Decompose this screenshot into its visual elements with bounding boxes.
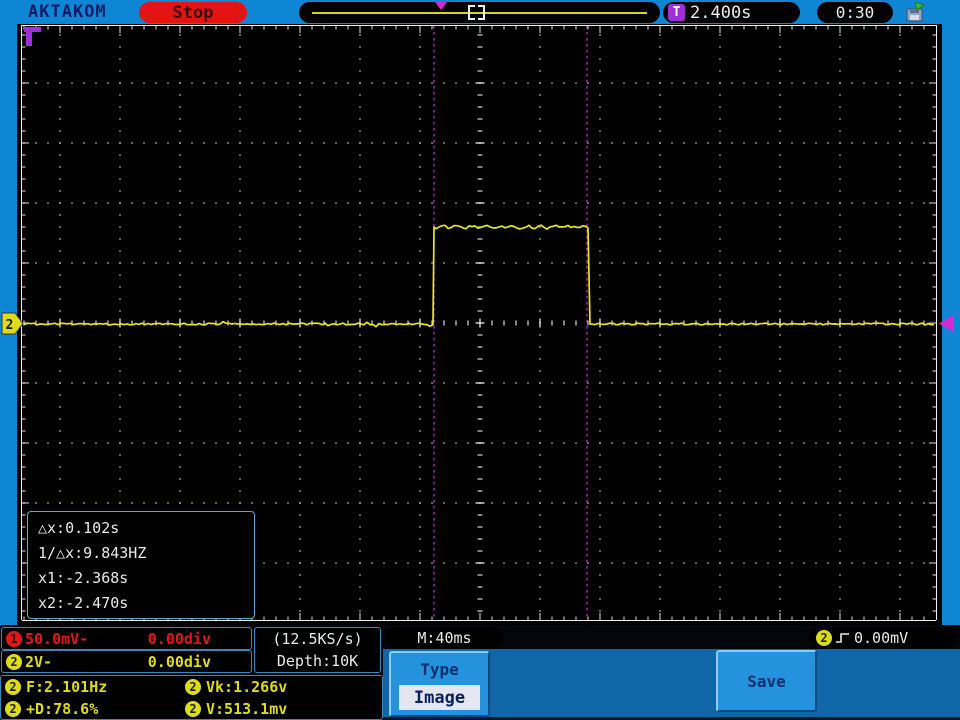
svg-text:2: 2: [6, 318, 14, 333]
softkey-menu-panel: Type Image Save: [383, 649, 960, 720]
save-button[interactable]: Save: [716, 650, 817, 712]
measurement-voltage: 2 V:513.1mv: [185, 698, 382, 720]
type-button[interactable]: Type Image: [389, 651, 490, 717]
rising-edge-icon: [836, 632, 849, 643]
measurement-ch-badge: 2: [5, 679, 21, 695]
ch2-status: 2 2V- 0.00div: [1, 650, 252, 673]
ch1-status: 1 50.0mV- 0.00div: [1, 627, 252, 650]
measurement-ch-badge: 2: [5, 701, 21, 717]
measurements-panel: 2 F:2.101Hz 2 Vk:1.266v 2 +D:78.6% 2 V:5…: [0, 675, 383, 720]
type-button-label: Type: [420, 660, 459, 679]
trigger-offset-indicator: T 2.400s: [663, 2, 800, 23]
cursor-delta-x: △x:0.102s: [38, 519, 120, 537]
memory-depth: Depth:10K: [276, 652, 359, 670]
memory-window-indicator: [299, 2, 660, 23]
ch2-offset: 0.00div: [147, 652, 211, 671]
trigger-offset-value: 2.400s: [690, 2, 752, 23]
cursor-x1-value: x1:-2.368s: [38, 569, 129, 587]
cursor-measurement-box: △x:0.102s 1/△x:9.843HZ x1:-2.368s x2:-2.…: [27, 511, 255, 619]
trigger-level-indicator: 2 0.00mV: [809, 627, 957, 648]
trigger-badge-icon: T: [668, 4, 685, 21]
trigger-position-icon[interactable]: [435, 2, 447, 10]
oscilloscope-screen: AKTAKOM Stop T 2.400s 0:30 2 △x:0.102s 1…: [0, 0, 960, 720]
trigger-level-value: 0.00mV: [854, 628, 909, 647]
ch2-scale: 2V-: [25, 652, 53, 671]
timebase-indicator: M:40ms: [385, 627, 504, 648]
usb-save-icon: [906, 2, 926, 22]
measurement-ch-badge: 2: [185, 701, 201, 717]
timebase-value: M:40ms: [417, 628, 472, 647]
measurement-frequency: 2 F:2.101Hz: [5, 676, 185, 698]
trigger-source-badge: 2: [816, 629, 832, 646]
ch1-offset: 0.00div: [147, 629, 211, 648]
cursor-inverse-delta-x: 1/△x:9.843HZ: [38, 544, 147, 562]
ch2-badge: 2: [6, 653, 22, 670]
window-bracket-left-icon: [468, 5, 475, 20]
run-state-label: Stop: [172, 2, 214, 23]
window-bracket-right-icon: [478, 5, 485, 20]
measurement-vk: 2 Vk:1.266v: [185, 676, 382, 698]
ch1-badge: 1: [6, 630, 22, 647]
run-state-indicator: Stop: [139, 2, 247, 23]
measurement-ch-badge: 2: [185, 679, 201, 695]
type-selected-value: Image: [399, 685, 480, 710]
clock: 0:30: [817, 2, 893, 23]
clock-value: 0:30: [835, 3, 875, 22]
top-status-bar: AKTAKOM Stop T 2.400s 0:30: [0, 0, 960, 25]
save-button-label: Save: [747, 671, 786, 691]
brand-logo: AKTAKOM: [28, 2, 107, 22]
sample-rate: (12.5KS/s): [272, 630, 363, 648]
measurement-duty: 2 +D:78.6%: [5, 698, 185, 720]
cursor-x2-value: x2:-2.470s: [38, 594, 129, 612]
bottom-status-area: 1 50.0mV- 0.00div 2 2V- 0.00div (12.5KS/…: [0, 625, 960, 720]
acquisition-status: (12.5KS/s) Depth:10K: [254, 627, 381, 673]
ch1-scale: 50.0mV-: [25, 629, 89, 648]
